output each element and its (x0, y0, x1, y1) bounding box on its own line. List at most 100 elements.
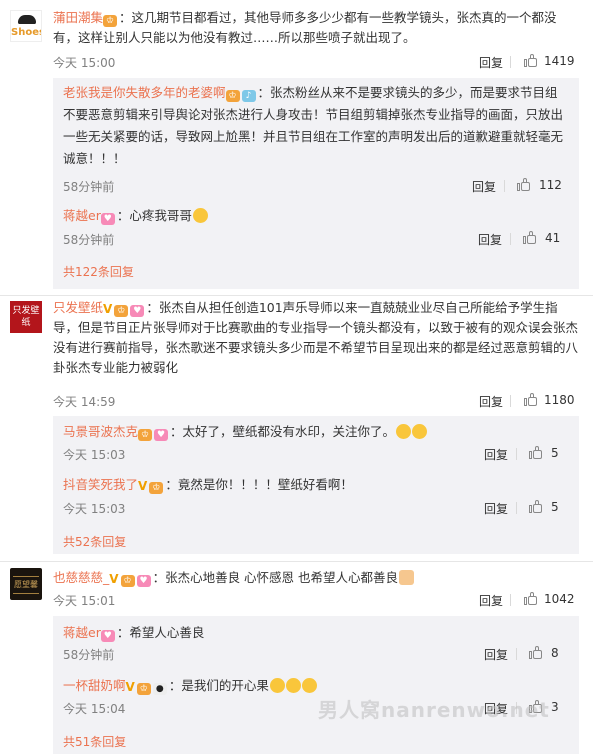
like-count: 5 (551, 446, 559, 460)
reply-button[interactable]: 回复 (479, 54, 503, 71)
reply-time: 58分钟前 (63, 233, 115, 247)
reply-button[interactable]: 回复 (479, 393, 503, 410)
member-badge-icon: ♔ (120, 575, 135, 587)
reply-body: 抖音笑死我了V ♔ ：竟然是你！！！！壁纸好看啊！ (63, 474, 569, 496)
divider (516, 448, 517, 460)
divider (516, 502, 517, 514)
comment-body: 也慈慈慈_V ♔ ♥ ：张杰心地善良 心怀感恩 也希望人心都善良 (53, 568, 579, 588)
like-icon[interactable] (529, 500, 543, 513)
reply-time: 今天 15:03 (63, 502, 126, 516)
grin-emoji-icon (285, 678, 301, 693)
avatar-label: 愿望馨 (13, 576, 39, 594)
site-watermark: 男人窝nanrenwo.net (318, 698, 550, 722)
like-icon[interactable] (524, 592, 538, 605)
more-replies-link[interactable]: 共52条回复 (63, 533, 126, 550)
comment-text: ：这几期节目都看过，其他导师多多少少都有一些教学镜头，张杰真的一个都没有，这样让… (53, 10, 557, 45)
reply-time: 今天 15:03 (63, 448, 126, 462)
fan-badge-icon: ♥ (154, 429, 169, 441)
reply-button[interactable]: 回复 (484, 500, 508, 517)
avatar-label: 只发壁纸 (12, 306, 40, 328)
like-count: 112 (539, 178, 562, 192)
like-count: 1180 (544, 393, 575, 407)
avatar[interactable]: 只发壁纸 (10, 301, 42, 333)
reply-button[interactable]: 回复 (484, 446, 508, 463)
divider (510, 56, 511, 68)
fan-badge-icon: ♪ (241, 90, 256, 102)
reply-username[interactable]: 一杯甜奶啊 (63, 678, 126, 693)
like-count: 3 (551, 700, 559, 714)
verified-v-icon: V (103, 302, 113, 316)
comment-body: 只发壁纸V ♔ ♥ ：张杰自从担任创造101声乐导师以来一直兢兢业业尽自己所能给予学生… (53, 298, 579, 378)
comment-username[interactable]: 也慈慈慈_ (53, 570, 109, 585)
comment-username[interactable]: 蒲田潮集 (53, 10, 103, 25)
member-badge-icon: ♔ (138, 429, 153, 441)
comment-time: 今天 14:59 (53, 395, 116, 409)
sad-face-emoji-icon (192, 208, 208, 223)
reply-username[interactable]: 马景哥波杰克 (63, 424, 138, 439)
verified-v-icon: V (138, 479, 148, 493)
comment-body: 蒲田潮集 ♔ ：这几期节目都看过，其他导师多多少少都有一些教学镜头，张杰真的一个都没… (53, 8, 579, 48)
reply-text: ：希望人心善良 (116, 625, 205, 640)
reply-username[interactable]: 老张我是你失散多年的老婆啊 (63, 85, 226, 100)
member-badge-icon: ♥ (100, 213, 115, 225)
like-count: 5 (551, 500, 559, 514)
like-count: 41 (545, 231, 561, 245)
reply-body: 老张我是你失散多年的老婆啊 ♔ ♪ ：张杰粉丝从来不是要求镜头的多少，而是要求节目组不… (63, 82, 569, 170)
hands-emoji-icon (399, 570, 415, 585)
avatar[interactable]: Shoes (10, 10, 42, 42)
like-icon[interactable] (524, 54, 538, 67)
more-replies-link[interactable]: 共51条回复 (63, 733, 126, 750)
divider (510, 233, 511, 245)
reply-text: ：太好了，壁纸都没有水印，关注你了。 (170, 424, 396, 439)
like-count: 1042 (544, 592, 575, 606)
reply-body: 马景哥波杰克 ♔ ♥ ：太好了，壁纸都没有水印，关注你了。 (63, 421, 569, 443)
comment-time: 今天 15:00 (53, 56, 116, 70)
like-icon[interactable] (524, 393, 538, 406)
reply-button[interactable]: 回复 (472, 178, 496, 195)
more-replies-link[interactable]: 共122条回复 (63, 263, 134, 280)
grin-emoji-icon (301, 678, 317, 693)
member-badge-icon: ♔ (149, 482, 164, 494)
like-count: 8 (551, 646, 559, 660)
reply-time: 58分钟前 (63, 180, 115, 194)
like-icon[interactable] (517, 178, 531, 191)
fan-badge-icon: ♥ (130, 305, 145, 317)
reply-text: ：心疼我哥哥 (116, 208, 192, 223)
grin-emoji-icon (269, 678, 285, 693)
reply-button[interactable]: 回复 (479, 592, 503, 609)
divider (0, 295, 593, 296)
reply-button[interactable]: 回复 (484, 646, 508, 663)
shoe-icon (18, 15, 36, 24)
member-badge-icon: ♔ (114, 305, 129, 317)
comment-time: 今天 15:01 (53, 594, 116, 608)
member-badge-icon: ♔ (103, 15, 118, 27)
reply-username[interactable]: 蒋越er (63, 625, 101, 640)
reply-body: 蒋越er ♥ ：希望人心善良 (63, 622, 569, 644)
member-badge-icon: ♔ (225, 90, 240, 102)
reply-text: ：竟然是你！！！！壁纸好看啊！ (165, 477, 353, 492)
divider (504, 180, 505, 192)
panda-badge-icon: ● (152, 683, 167, 695)
reply-list: 老张我是你失散多年的老婆啊 ♔ ♪ ：张杰粉丝从来不是要求镜头的多少，而是要求节目组不… (53, 78, 579, 289)
reply-list: 马景哥波杰克 ♔ ♥ ：太好了，壁纸都没有水印，关注你了。 今天 15:03 回复 5… (53, 416, 579, 554)
reply-time: 58分钟前 (63, 648, 115, 662)
like-icon[interactable] (523, 231, 537, 244)
reply-button[interactable]: 回复 (478, 231, 502, 248)
divider (510, 594, 511, 606)
fan-badge-icon: ♥ (136, 575, 151, 587)
like-count: 1419 (544, 54, 575, 68)
reply-text: ：是我们的开心果 (168, 678, 269, 693)
like-icon[interactable] (529, 446, 543, 459)
avatar[interactable]: 愿望馨 (10, 568, 42, 600)
like-icon[interactable] (529, 646, 543, 659)
reply-username[interactable]: 抖音笑死我了 (63, 477, 138, 492)
smile-emoji-icon (412, 424, 428, 439)
verified-v-icon: V (125, 680, 135, 694)
reply-time: 今天 15:04 (63, 702, 126, 716)
comment-text: ：张杰心地善良 心怀感恩 也希望人心都善良 (152, 570, 399, 585)
smile-emoji-icon (396, 424, 412, 439)
member-badge-icon: ♔ (136, 683, 151, 695)
comment-username[interactable]: 只发壁纸 (53, 300, 103, 315)
reply-username[interactable]: 蒋越er (63, 208, 101, 223)
divider (510, 395, 511, 407)
